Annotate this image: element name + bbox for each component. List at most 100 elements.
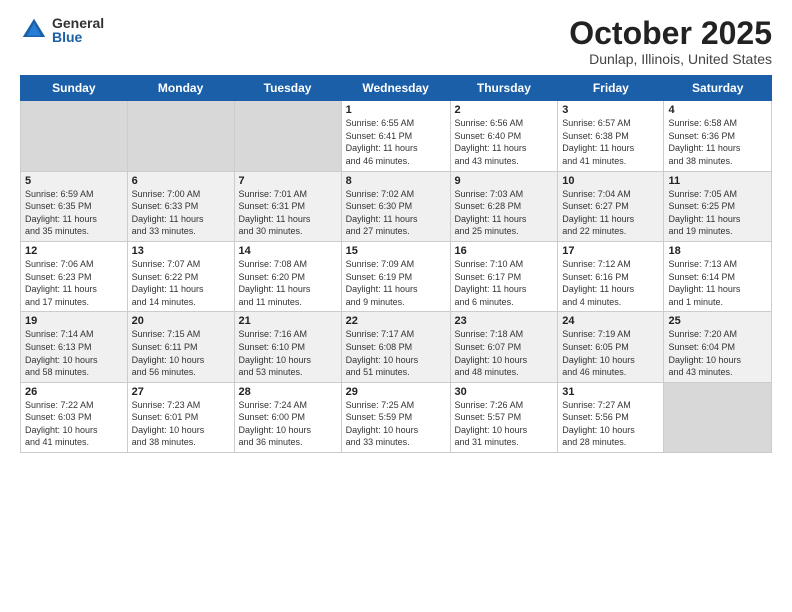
calendar-cell-r3-c7: 18Sunrise: 7:13 AM Sunset: 6:14 PM Dayli… bbox=[664, 241, 772, 311]
day-info-r2-c5: Sunrise: 7:03 AM Sunset: 6:28 PM Dayligh… bbox=[455, 188, 554, 238]
header-friday: Friday bbox=[558, 76, 664, 101]
day-info-r3-c3: Sunrise: 7:08 AM Sunset: 6:20 PM Dayligh… bbox=[239, 258, 337, 308]
header-thursday: Thursday bbox=[450, 76, 558, 101]
day-info-r3-c6: Sunrise: 7:12 AM Sunset: 6:16 PM Dayligh… bbox=[562, 258, 659, 308]
calendar-cell-r4-c4: 22Sunrise: 7:17 AM Sunset: 6:08 PM Dayli… bbox=[341, 312, 450, 382]
day-number-r3-c5: 16 bbox=[455, 245, 554, 257]
day-info-r4-c3: Sunrise: 7:16 AM Sunset: 6:10 PM Dayligh… bbox=[239, 328, 337, 378]
calendar-cell-r3-c5: 16Sunrise: 7:10 AM Sunset: 6:17 PM Dayli… bbox=[450, 241, 558, 311]
day-number-r4-c2: 20 bbox=[132, 315, 230, 327]
calendar-cell-r3-c6: 17Sunrise: 7:12 AM Sunset: 6:16 PM Dayli… bbox=[558, 241, 664, 311]
logo: General Blue bbox=[20, 16, 104, 44]
day-number-r4-c6: 24 bbox=[562, 315, 659, 327]
day-number-r2-c4: 8 bbox=[346, 175, 446, 187]
day-number-r1-c7: 4 bbox=[668, 104, 767, 116]
day-number-r1-c5: 2 bbox=[455, 104, 554, 116]
day-info-r4-c6: Sunrise: 7:19 AM Sunset: 6:05 PM Dayligh… bbox=[562, 328, 659, 378]
day-info-r3-c4: Sunrise: 7:09 AM Sunset: 6:19 PM Dayligh… bbox=[346, 258, 446, 308]
calendar-cell-r1-c3 bbox=[234, 101, 341, 171]
calendar-cell-r4-c5: 23Sunrise: 7:18 AM Sunset: 6:07 PM Dayli… bbox=[450, 312, 558, 382]
calendar-cell-r1-c1 bbox=[21, 101, 128, 171]
day-number-r2-c5: 9 bbox=[455, 175, 554, 187]
calendar-cell-r2-c7: 11Sunrise: 7:05 AM Sunset: 6:25 PM Dayli… bbox=[664, 171, 772, 241]
day-info-r5-c5: Sunrise: 7:26 AM Sunset: 5:57 PM Dayligh… bbox=[455, 399, 554, 449]
day-info-r4-c7: Sunrise: 7:20 AM Sunset: 6:04 PM Dayligh… bbox=[668, 328, 767, 378]
logo-icon bbox=[20, 16, 48, 44]
day-number-r5-c3: 28 bbox=[239, 386, 337, 398]
calendar-cell-r5-c3: 28Sunrise: 7:24 AM Sunset: 6:00 PM Dayli… bbox=[234, 382, 341, 452]
calendar-cell-r5-c2: 27Sunrise: 7:23 AM Sunset: 6:01 PM Dayli… bbox=[127, 382, 234, 452]
calendar-row-5: 26Sunrise: 7:22 AM Sunset: 6:03 PM Dayli… bbox=[21, 382, 772, 452]
calendar-cell-r1-c2 bbox=[127, 101, 234, 171]
calendar-cell-r1-c5: 2Sunrise: 6:56 AM Sunset: 6:40 PM Daylig… bbox=[450, 101, 558, 171]
calendar-cell-r4-c6: 24Sunrise: 7:19 AM Sunset: 6:05 PM Dayli… bbox=[558, 312, 664, 382]
day-info-r2-c1: Sunrise: 6:59 AM Sunset: 6:35 PM Dayligh… bbox=[25, 188, 123, 238]
calendar-cell-r5-c5: 30Sunrise: 7:26 AM Sunset: 5:57 PM Dayli… bbox=[450, 382, 558, 452]
calendar-cell-r4-c3: 21Sunrise: 7:16 AM Sunset: 6:10 PM Dayli… bbox=[234, 312, 341, 382]
calendar-subtitle: Dunlap, Illinois, United States bbox=[569, 51, 772, 67]
calendar-cell-r2-c5: 9Sunrise: 7:03 AM Sunset: 6:28 PM Daylig… bbox=[450, 171, 558, 241]
header-monday: Monday bbox=[127, 76, 234, 101]
day-number-r5-c1: 26 bbox=[25, 386, 123, 398]
calendar-cell-r5-c6: 31Sunrise: 7:27 AM Sunset: 5:56 PM Dayli… bbox=[558, 382, 664, 452]
day-number-r3-c4: 15 bbox=[346, 245, 446, 257]
day-info-r5-c4: Sunrise: 7:25 AM Sunset: 5:59 PM Dayligh… bbox=[346, 399, 446, 449]
header-saturday: Saturday bbox=[664, 76, 772, 101]
calendar-cell-r1-c6: 3Sunrise: 6:57 AM Sunset: 6:38 PM Daylig… bbox=[558, 101, 664, 171]
day-info-r3-c1: Sunrise: 7:06 AM Sunset: 6:23 PM Dayligh… bbox=[25, 258, 123, 308]
day-number-r1-c6: 3 bbox=[562, 104, 659, 116]
calendar-cell-r4-c1: 19Sunrise: 7:14 AM Sunset: 6:13 PM Dayli… bbox=[21, 312, 128, 382]
calendar-cell-r5-c1: 26Sunrise: 7:22 AM Sunset: 6:03 PM Dayli… bbox=[21, 382, 128, 452]
day-info-r4-c2: Sunrise: 7:15 AM Sunset: 6:11 PM Dayligh… bbox=[132, 328, 230, 378]
day-info-r5-c2: Sunrise: 7:23 AM Sunset: 6:01 PM Dayligh… bbox=[132, 399, 230, 449]
day-info-r5-c1: Sunrise: 7:22 AM Sunset: 6:03 PM Dayligh… bbox=[25, 399, 123, 449]
day-number-r3-c3: 14 bbox=[239, 245, 337, 257]
day-number-r3-c6: 17 bbox=[562, 245, 659, 257]
day-info-r5-c6: Sunrise: 7:27 AM Sunset: 5:56 PM Dayligh… bbox=[562, 399, 659, 449]
day-number-r5-c4: 29 bbox=[346, 386, 446, 398]
calendar-table: Sunday Monday Tuesday Wednesday Thursday… bbox=[20, 75, 772, 453]
logo-text: General Blue bbox=[52, 16, 104, 44]
day-info-r1-c5: Sunrise: 6:56 AM Sunset: 6:40 PM Dayligh… bbox=[455, 117, 554, 167]
day-info-r4-c1: Sunrise: 7:14 AM Sunset: 6:13 PM Dayligh… bbox=[25, 328, 123, 378]
day-info-r2-c2: Sunrise: 7:00 AM Sunset: 6:33 PM Dayligh… bbox=[132, 188, 230, 238]
day-info-r3-c7: Sunrise: 7:13 AM Sunset: 6:14 PM Dayligh… bbox=[668, 258, 767, 308]
calendar-cell-r4-c2: 20Sunrise: 7:15 AM Sunset: 6:11 PM Dayli… bbox=[127, 312, 234, 382]
day-info-r2-c3: Sunrise: 7:01 AM Sunset: 6:31 PM Dayligh… bbox=[239, 188, 337, 238]
day-number-r5-c5: 30 bbox=[455, 386, 554, 398]
day-info-r3-c5: Sunrise: 7:10 AM Sunset: 6:17 PM Dayligh… bbox=[455, 258, 554, 308]
day-number-r3-c2: 13 bbox=[132, 245, 230, 257]
day-info-r1-c4: Sunrise: 6:55 AM Sunset: 6:41 PM Dayligh… bbox=[346, 117, 446, 167]
calendar-cell-r5-c7 bbox=[664, 382, 772, 452]
day-info-r2-c7: Sunrise: 7:05 AM Sunset: 6:25 PM Dayligh… bbox=[668, 188, 767, 238]
day-number-r2-c7: 11 bbox=[668, 175, 767, 187]
weekday-header-row: Sunday Monday Tuesday Wednesday Thursday… bbox=[21, 76, 772, 101]
calendar-title: October 2025 bbox=[569, 16, 772, 51]
day-info-r2-c6: Sunrise: 7:04 AM Sunset: 6:27 PM Dayligh… bbox=[562, 188, 659, 238]
header-sunday: Sunday bbox=[21, 76, 128, 101]
day-info-r1-c7: Sunrise: 6:58 AM Sunset: 6:36 PM Dayligh… bbox=[668, 117, 767, 167]
day-info-r3-c2: Sunrise: 7:07 AM Sunset: 6:22 PM Dayligh… bbox=[132, 258, 230, 308]
title-block: October 2025 Dunlap, Illinois, United St… bbox=[569, 16, 772, 67]
day-number-r2-c3: 7 bbox=[239, 175, 337, 187]
calendar-row-3: 12Sunrise: 7:06 AM Sunset: 6:23 PM Dayli… bbox=[21, 241, 772, 311]
day-number-r4-c7: 25 bbox=[668, 315, 767, 327]
calendar-cell-r2-c3: 7Sunrise: 7:01 AM Sunset: 6:31 PM Daylig… bbox=[234, 171, 341, 241]
calendar-cell-r5-c4: 29Sunrise: 7:25 AM Sunset: 5:59 PM Dayli… bbox=[341, 382, 450, 452]
calendar-row-2: 5Sunrise: 6:59 AM Sunset: 6:35 PM Daylig… bbox=[21, 171, 772, 241]
day-info-r4-c4: Sunrise: 7:17 AM Sunset: 6:08 PM Dayligh… bbox=[346, 328, 446, 378]
calendar-cell-r4-c7: 25Sunrise: 7:20 AM Sunset: 6:04 PM Dayli… bbox=[664, 312, 772, 382]
calendar-cell-r2-c4: 8Sunrise: 7:02 AM Sunset: 6:30 PM Daylig… bbox=[341, 171, 450, 241]
day-number-r4-c1: 19 bbox=[25, 315, 123, 327]
logo-general: General bbox=[52, 16, 104, 30]
day-number-r2-c6: 10 bbox=[562, 175, 659, 187]
header-tuesday: Tuesday bbox=[234, 76, 341, 101]
header-wednesday: Wednesday bbox=[341, 76, 450, 101]
day-number-r2-c2: 6 bbox=[132, 175, 230, 187]
day-number-r1-c4: 1 bbox=[346, 104, 446, 116]
calendar-cell-r3-c1: 12Sunrise: 7:06 AM Sunset: 6:23 PM Dayli… bbox=[21, 241, 128, 311]
day-number-r4-c3: 21 bbox=[239, 315, 337, 327]
calendar-cell-r3-c2: 13Sunrise: 7:07 AM Sunset: 6:22 PM Dayli… bbox=[127, 241, 234, 311]
day-info-r4-c5: Sunrise: 7:18 AM Sunset: 6:07 PM Dayligh… bbox=[455, 328, 554, 378]
calendar-cell-r1-c7: 4Sunrise: 6:58 AM Sunset: 6:36 PM Daylig… bbox=[664, 101, 772, 171]
